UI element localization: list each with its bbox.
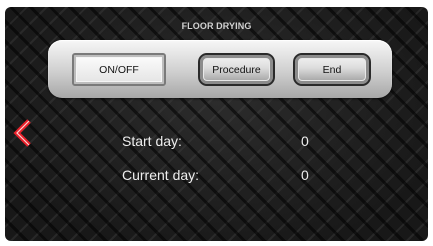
end-button[interactable]: End xyxy=(293,53,371,86)
chevron-left-icon xyxy=(13,119,31,147)
back-button[interactable] xyxy=(12,119,34,147)
current-day-label: Current day: xyxy=(122,167,200,183)
button-panel: ON/OFF Procedure End xyxy=(48,40,392,98)
current-day-value: 0 xyxy=(301,167,309,183)
start-day-label: Start day: xyxy=(122,133,182,149)
procedure-button[interactable]: Procedure xyxy=(198,53,275,86)
start-day-value: 0 xyxy=(301,133,309,149)
on-off-button[interactable]: ON/OFF xyxy=(72,53,166,86)
page-title: FLOOR DRYING xyxy=(181,21,252,31)
floor-drying-screen: FLOOR DRYING ON/OFF Procedure End Start … xyxy=(5,7,428,241)
